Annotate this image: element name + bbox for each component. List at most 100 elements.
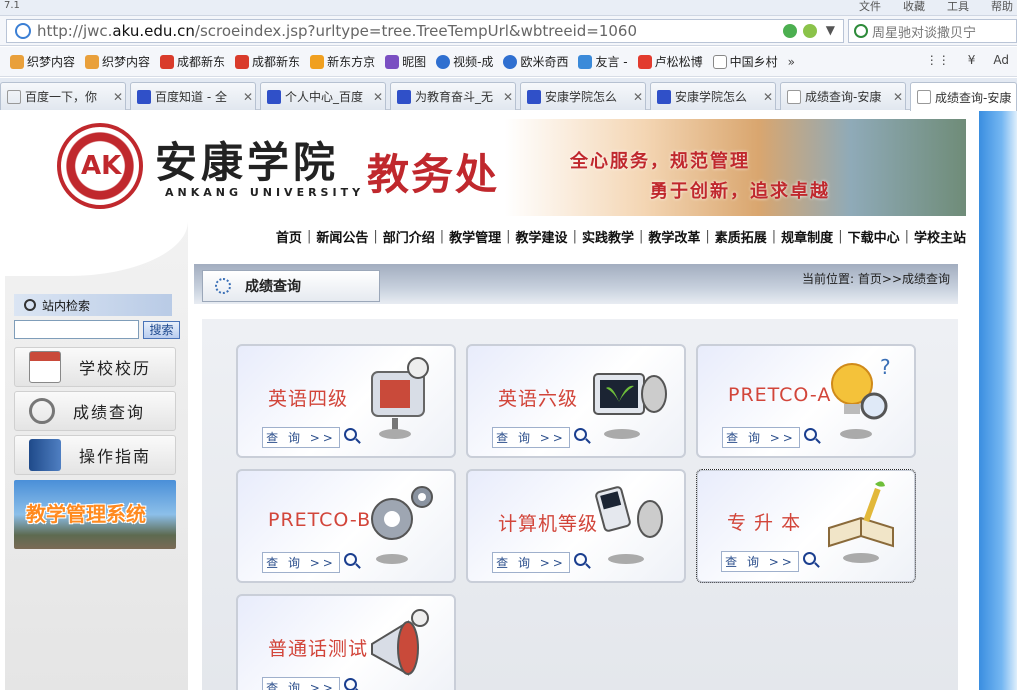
sidebar-item-score-query[interactable]: 成绩查询: [14, 391, 176, 431]
lightbulb-icon: ?: [831, 355, 891, 439]
query-button[interactable]: 查 询 >>: [721, 551, 799, 572]
address-input[interactable]: http://jwc.aku.edu.cn/scroeindex.jsp?url…: [6, 19, 844, 43]
nav-departments[interactable]: 部门介绍: [381, 227, 437, 246]
card-putonghua[interactable]: 普通话测试 查 询 >>: [236, 594, 456, 690]
tab-1[interactable]: 百度知道 - 全 ✕: [130, 82, 256, 110]
favorite-item[interactable]: 昵图: [385, 53, 426, 70]
tab-5[interactable]: 安康学院怎么 ✕: [650, 82, 776, 110]
nav-teaching-construction[interactable]: 教学建设: [514, 227, 570, 246]
favorite-item[interactable]: 欧米奇西: [503, 53, 568, 70]
query-button[interactable]: 查 询 >>: [492, 427, 570, 448]
card-computer-level[interactable]: 计算机等级 查 询 >>: [466, 469, 686, 583]
favorite-item[interactable]: 成都新东: [235, 53, 300, 70]
tab-6[interactable]: 成绩查询-安康 ✕: [780, 82, 906, 110]
school-name-cn: 安康学院: [155, 138, 340, 187]
tab-3[interactable]: 为教育奋斗_无 ✕: [390, 82, 516, 110]
apps-icon[interactable]: ⋮⋮: [926, 53, 950, 67]
browser-titlebar: 7.1 文件 收藏 工具 帮助: [0, 0, 1017, 16]
query-cards: 英语四级 查 询 >> 英语六级 查 询 >> PRETCO-A ? 查 询 >…: [202, 319, 958, 690]
close-icon[interactable]: ✕: [111, 90, 125, 104]
menu-help[interactable]: 帮助: [991, 0, 1013, 14]
baidu-icon: [527, 89, 541, 104]
chevron-down-icon[interactable]: ▼: [826, 23, 835, 37]
favorite-item[interactable]: 新东方京: [310, 53, 375, 70]
favorites-bar: 织梦内容 织梦内容 成都新东 成都新东 新东方京 昵图 视频-成 欧米奇西 友言…: [0, 47, 1017, 77]
projector-icon: [371, 357, 429, 439]
close-icon[interactable]: ✕: [631, 90, 645, 104]
query-button[interactable]: 查 询 >>: [492, 552, 570, 573]
magnifier-icon[interactable]: [804, 428, 817, 441]
favorite-item[interactable]: 织梦内容: [85, 53, 150, 70]
nav-reform[interactable]: 教学改革: [646, 227, 702, 246]
nav-rules[interactable]: 规章制度: [779, 227, 835, 246]
favorite-item[interactable]: 卢松松博: [637, 53, 703, 70]
close-icon[interactable]: ✕: [371, 90, 385, 104]
card-pretco-a[interactable]: PRETCO-A ? 查 询 >>: [696, 344, 916, 458]
compat-view-icon[interactable]: [803, 24, 817, 38]
menu-tools[interactable]: 工具: [947, 0, 969, 14]
favorite-icon: [10, 54, 24, 69]
query-button[interactable]: 查 询 >>: [722, 427, 800, 448]
teaching-system-banner[interactable]: 教学管理系统: [14, 480, 176, 549]
magnifier-icon[interactable]: [344, 428, 357, 441]
tab-7-active[interactable]: 成绩查询-安康: [910, 82, 1017, 111]
close-icon[interactable]: ✕: [891, 90, 905, 104]
right-decoration: [979, 111, 1017, 690]
magnifier-icon[interactable]: [344, 678, 357, 690]
query-button[interactable]: 查 询 >>: [262, 677, 340, 690]
tab-2[interactable]: 个人中心_百度 ✕: [260, 82, 386, 110]
query-button[interactable]: 查 询 >>: [262, 552, 340, 573]
svg-text:?: ?: [880, 355, 891, 379]
favorite-item[interactable]: 友言 -: [578, 53, 628, 70]
megaphone-icon: [371, 609, 429, 676]
favorite-icon: [160, 54, 175, 69]
menu-favorites[interactable]: 收藏: [903, 0, 925, 14]
adblock-icon[interactable]: Ad: [993, 53, 1009, 67]
close-icon[interactable]: ✕: [241, 90, 255, 104]
card-cet6[interactable]: 英语六级 查 询 >>: [466, 344, 686, 458]
site-search-input[interactable]: [14, 320, 139, 339]
section-header: 成绩查询 当前位置: 首页>>成绩查询: [194, 264, 958, 304]
favorites-more[interactable]: »: [788, 55, 795, 69]
site-banner: AK 安康学院 ANKANG UNIVERSITY 教务处 全心服务，规范管理 …: [5, 111, 966, 216]
search-text[interactable]: 周星驰对谈撒贝宁: [872, 22, 976, 41]
magnifier-icon[interactable]: [574, 428, 587, 441]
nav-home[interactable]: 首页: [274, 227, 304, 246]
money-icon[interactable]: ¥: [968, 53, 976, 67]
sidebar-item-calendar[interactable]: 学校校历: [14, 347, 176, 387]
refresh-icon[interactable]: [783, 24, 797, 38]
site-search-button[interactable]: 搜索: [143, 321, 180, 339]
magnifier-icon[interactable]: [344, 553, 357, 566]
baidu-icon: [657, 89, 671, 104]
nav-practice[interactable]: 实践教学: [580, 227, 636, 246]
favorite-item[interactable]: 中国乡村: [712, 53, 778, 70]
magnifier-icon[interactable]: [803, 552, 816, 565]
favorite-item[interactable]: 视频-成: [436, 53, 493, 70]
nav-quality[interactable]: 素质拓展: [713, 227, 769, 246]
slogan-line-2: 勇于创新，追求卓越: [650, 181, 830, 202]
tab-0[interactable]: 百度一下，你 ✕: [0, 82, 126, 110]
card-cet4[interactable]: 英语四级 查 询 >>: [236, 344, 456, 458]
query-button[interactable]: 查 询 >>: [262, 427, 340, 448]
close-icon[interactable]: ✕: [501, 90, 515, 104]
favorite-item[interactable]: 织梦内容: [10, 53, 75, 70]
nav-teaching-management[interactable]: 教学管理: [447, 227, 503, 246]
favorite-item[interactable]: 成都新东: [160, 53, 225, 70]
magnifier-icon[interactable]: [574, 553, 587, 566]
search-box[interactable]: 周星驰对谈撒贝宁: [848, 19, 1017, 43]
address-url[interactable]: http://jwc.aku.edu.cn/scroeindex.jsp?url…: [37, 22, 637, 40]
baidu-icon: [267, 89, 281, 104]
tab-4[interactable]: 安康学院怎么 ✕: [520, 82, 646, 110]
nav-news[interactable]: 新闻公告: [314, 227, 370, 246]
card-upgrade-bachelor[interactable]: 专 升 本 查 询 >>: [696, 469, 916, 583]
favorite-icon: [85, 54, 100, 69]
card-pretco-b[interactable]: PRETCO-B 查 询 >>: [236, 469, 456, 583]
nav-main-site[interactable]: 学校主站: [912, 227, 968, 246]
sidebar-item-guide[interactable]: 操作指南: [14, 435, 176, 475]
breadcrumb: 当前位置: 首页>>成绩查询: [802, 272, 950, 286]
baidu-icon: [137, 89, 151, 104]
nav-downloads[interactable]: 下载中心: [846, 227, 902, 246]
menu-file[interactable]: 文件: [859, 0, 881, 14]
magnifier-icon: [24, 299, 36, 311]
close-icon[interactable]: ✕: [761, 90, 775, 104]
